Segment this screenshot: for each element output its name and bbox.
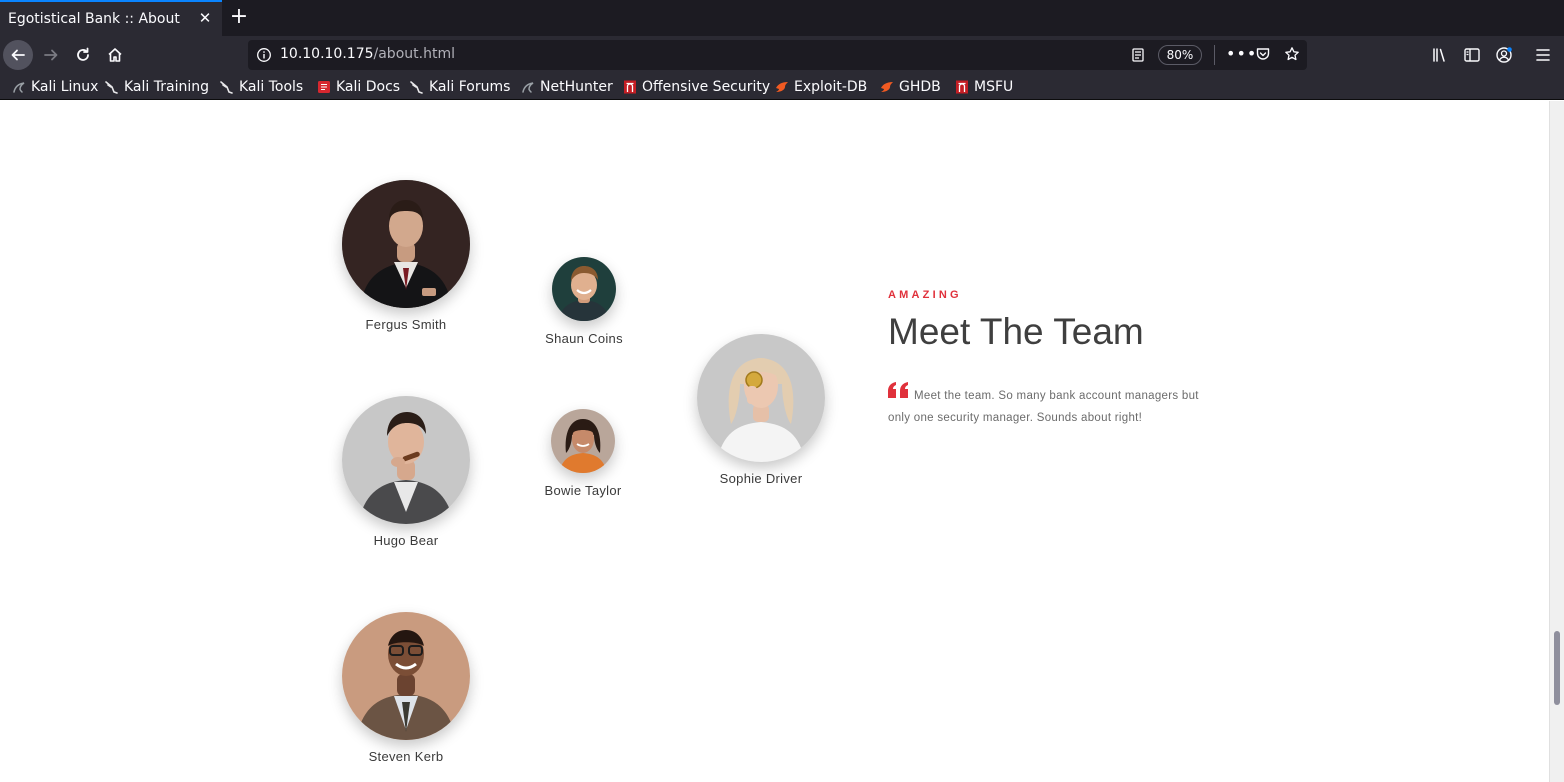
team-member-card: Sophie Driver (681, 334, 841, 486)
team-member-card: Bowie Taylor (523, 409, 643, 498)
team-member-card: Hugo Bear (326, 396, 486, 548)
reader-view-icon[interactable] (1130, 47, 1146, 67)
member-name: Bowie Taylor (544, 483, 622, 498)
bookmark-label: NetHunter (540, 79, 613, 95)
navigation-toolbar: 10.10.10.175/about.html 80% ••• (0, 36, 1564, 74)
bookmark-label: GHDB (899, 79, 941, 95)
kali-docs-icon (318, 81, 330, 93)
bookmark-label: Kali Training (124, 79, 209, 95)
forward-arrow-icon (44, 49, 58, 61)
section-kicker: AMAZING (888, 289, 962, 301)
zoom-level-button[interactable]: 80% (1158, 45, 1202, 65)
kali-dragon-icon (105, 81, 118, 94)
account-icon[interactable] (1495, 46, 1513, 68)
close-tab-icon[interactable]: ✕ (196, 9, 214, 27)
reload-button[interactable] (68, 40, 98, 70)
bookmark-kali-training[interactable]: Kali Training (105, 77, 209, 97)
bookmark-label: Kali Forums (429, 79, 511, 95)
bookmark-offensive-security[interactable]: Offensive Security (623, 77, 770, 97)
new-tab-icon[interactable]: + (228, 5, 250, 29)
bookmark-kali-tools[interactable]: Kali Tools (220, 77, 303, 97)
back-button[interactable] (3, 40, 33, 70)
tab-strip: Egotistical Bank :: About ✕ + (0, 0, 1564, 36)
team-member-card: Fergus Smith (326, 180, 486, 332)
bookmark-kali-docs[interactable]: Kali Docs (317, 77, 400, 97)
bookmark-label: MSFU (974, 79, 1014, 95)
address-bar-separator (1214, 45, 1215, 65)
bookmark-msfu[interactable]: MSFU (955, 77, 1013, 97)
site-info-icon[interactable] (256, 47, 272, 67)
member-photo (551, 409, 615, 473)
kali-dragon-icon (410, 81, 423, 94)
kali-dragon-icon (220, 81, 233, 94)
url-path: /about.html (373, 46, 455, 62)
member-name: Fergus Smith (365, 317, 447, 332)
member-name: Hugo Bear (373, 533, 439, 548)
bookmark-label: Kali Linux (31, 79, 99, 95)
page-content: Fergus Smith Shaun Coins Hugo Bear Bowie… (0, 101, 1549, 782)
kali-dragon-icon (13, 82, 25, 93)
exploit-db-icon (776, 82, 788, 92)
bookmarks-toolbar: Kali Linux Kali Training Kali Tools Kali… (0, 74, 1564, 100)
member-name: Sophie Driver (719, 471, 803, 486)
exploit-db-icon (881, 82, 893, 92)
team-member-card: Steven Kerb (326, 612, 486, 764)
offsec-icon (624, 80, 636, 94)
member-photo (342, 612, 470, 740)
bookmark-label: Kali Docs (336, 79, 401, 95)
member-photo (342, 180, 470, 308)
kali-dragon-icon (522, 82, 534, 93)
page-actions-icon[interactable]: ••• (1226, 46, 1257, 62)
member-photo (342, 396, 470, 524)
back-arrow-icon (11, 49, 25, 61)
scrollbar-thumb[interactable] (1554, 631, 1560, 705)
bookmark-kali-linux[interactable]: Kali Linux (12, 77, 98, 97)
member-photo (697, 334, 825, 462)
section-heading: Meet The Team (888, 311, 1144, 352)
url-host: 10.10.10.175 (280, 46, 374, 62)
bookmark-kali-forums[interactable]: Kali Forums (410, 77, 510, 97)
tab-title: Egotistical Bank :: About (8, 11, 180, 27)
bookmark-label: Exploit-DB (794, 79, 868, 95)
member-name: Shaun Coins (545, 331, 623, 346)
home-button[interactable] (100, 40, 130, 70)
pocket-icon[interactable] (1255, 46, 1271, 66)
team-member-card: Shaun Coins (524, 257, 644, 346)
reload-icon (77, 47, 89, 61)
bookmark-exploit-db[interactable]: Exploit-DB (775, 77, 867, 97)
library-icon[interactable] (1431, 46, 1449, 68)
bookmark-label: Kali Tools (239, 79, 304, 95)
member-name: Steven Kerb (368, 749, 444, 764)
home-icon (108, 48, 122, 62)
bookmark-star-icon[interactable] (1284, 46, 1300, 66)
bookmark-nethunter[interactable]: NetHunter (521, 77, 613, 97)
url-text[interactable]: 10.10.10.175/about.html (280, 46, 455, 62)
bookmark-label: Offensive Security (642, 79, 771, 95)
sidebar-icon[interactable] (1463, 46, 1481, 68)
member-photo (552, 257, 616, 321)
forward-button[interactable] (36, 40, 66, 70)
hamburger-menu-icon[interactable] (1535, 46, 1551, 68)
address-bar[interactable]: 10.10.10.175/about.html 80% ••• (248, 40, 1307, 70)
offsec-icon (956, 80, 968, 94)
tab-about[interactable]: Egotistical Bank :: About ✕ (0, 0, 222, 36)
page-scrollbar[interactable] (1549, 101, 1564, 782)
bookmark-ghdb[interactable]: GHDB (880, 77, 941, 97)
section-blurb: Meet the team. So many bank account mana… (888, 390, 1199, 424)
